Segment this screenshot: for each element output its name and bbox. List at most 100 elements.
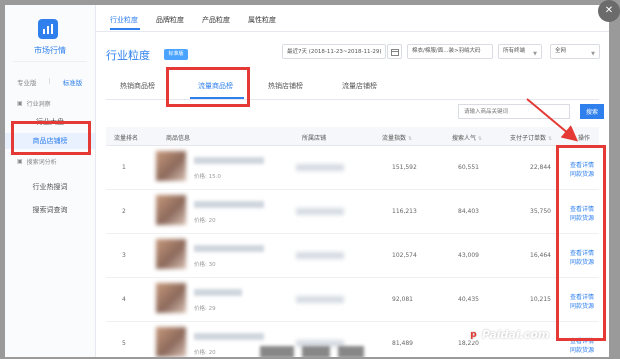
price-cell: 价格: 29 (194, 306, 216, 312)
terminal-select[interactable]: 所有终端 ▼ (498, 44, 542, 59)
search-section-icon: ▣ (17, 158, 23, 165)
shop-name[interactable] (296, 296, 344, 303)
highlight-box-ops-column (556, 145, 606, 341)
main-panel: 行业粒度 品牌粒度 产品粒度 属性粒度 行业粒度 标准版 最近7天 (2018-… (96, 5, 609, 357)
section-label: 行业洞察 (26, 101, 51, 108)
shop-name[interactable] (296, 252, 344, 259)
shop-name[interactable] (296, 208, 344, 215)
terminal-value: 所有终端 (503, 48, 526, 54)
tab-product[interactable]: 产品粒度 (202, 15, 230, 25)
col-search[interactable]: 搜索人气 ⇅ (452, 133, 482, 142)
rank-cell: 3 (122, 252, 126, 259)
version-badge: 标准版 (164, 49, 188, 60)
tab-industry[interactable]: 行业粒度 (110, 15, 138, 25)
col-orders[interactable]: 支付子订单数 ⇅ (510, 133, 552, 142)
col-rank: 流量排名 (114, 135, 139, 142)
tab-traffic-shops[interactable]: 流量店铺榜 (342, 81, 377, 91)
highlight-box-subtab (166, 67, 250, 107)
table-header: 流量排名 商品信息 所属店铺 流量指数 ⇅ 搜索人气 ⇅ 支付子订单数 ⇅ 操作 (106, 127, 599, 146)
market-logo-icon (38, 19, 58, 39)
traffic-cell: 92,081 (392, 296, 413, 303)
sidebar-item-hot-search[interactable]: 行业热搜词 (5, 180, 95, 194)
sort-icon: ⇅ (408, 136, 413, 142)
product-thumbnail[interactable] (156, 327, 186, 357)
tab-brand[interactable]: 品牌粒度 (156, 15, 184, 25)
product-title[interactable] (194, 157, 264, 164)
col-ops: 操作 (578, 135, 591, 142)
search-cell: 43,009 (458, 252, 479, 259)
blurred-overlay (302, 346, 330, 357)
product-title[interactable] (194, 201, 264, 208)
blurred-overlay (260, 346, 294, 357)
price-cell: 价格: 30 (194, 262, 216, 268)
folder-icon: ▣ (17, 100, 23, 107)
orders-cell: 16,464 (530, 252, 551, 259)
col-traffic[interactable]: 流量指数 ⇅ (382, 133, 412, 142)
price-cell: 价格: 20 (194, 218, 216, 224)
product-thumbnail[interactable] (156, 283, 186, 313)
table-row: 1 价格: 15.0 151,592 60,551 22,844 查看详情 同款… (106, 146, 599, 190)
paidai-logo-icon: p (468, 329, 479, 341)
sort-icon: ⇅ (478, 136, 483, 142)
sidebar: 市场行情 专业版 | 标准版 ▣ 行业洞察 行业大盘 商品店铺榜 ▣ 搜索词分析… (5, 5, 96, 357)
shop-name[interactable] (296, 164, 344, 171)
search-input[interactable] (458, 104, 570, 119)
search-cell: 84,403 (458, 208, 479, 215)
orders-cell: 22,844 (530, 164, 551, 171)
search-button[interactable]: 搜索 (580, 104, 604, 119)
chevron-down-icon: ▼ (591, 51, 595, 57)
highlight-box-sidebar (11, 121, 91, 155)
version-tabs: 专业版 | 标准版 (17, 77, 83, 87)
price-cell: 价格: 20 (194, 350, 216, 356)
section-label: 搜索词分析 (26, 159, 57, 166)
orders-cell: 35,750 (530, 208, 551, 215)
divider (13, 61, 87, 62)
traffic-cell: 102,574 (392, 252, 417, 259)
active-tab-indicator (110, 28, 140, 30)
table-row: 3 价格: 30 102,574 43,009 16,464 查看详情 同款货源 (106, 234, 599, 278)
blurred-overlay (338, 346, 364, 357)
tab-attribute[interactable]: 属性粒度 (248, 15, 276, 25)
tab-standard[interactable]: 标准版 (63, 77, 83, 87)
product-thumbnail[interactable] (156, 151, 186, 181)
product-thumbnail[interactable] (156, 239, 186, 269)
tab-hot-shops[interactable]: 热销店铺榜 (268, 81, 303, 91)
traffic-cell: 151,592 (392, 164, 417, 171)
sort-icon: ⇅ (548, 136, 553, 142)
col-goods: 商品信息 (166, 135, 191, 142)
price-cell: 价格: 15.0 (194, 174, 221, 180)
search-cell: 60,551 (458, 164, 479, 171)
rank-cell: 1 (122, 164, 126, 171)
region-select[interactable]: 全网 ▼ (550, 44, 600, 59)
watermark-text: Paidai.com (482, 328, 550, 341)
region-value: 全网 (555, 48, 567, 54)
product-title[interactable] (194, 245, 264, 252)
rank-cell: 4 (122, 296, 126, 303)
calendar-icon[interactable] (387, 44, 402, 59)
watermark: p Paidai.com (468, 328, 549, 341)
traffic-cell: 116,213 (392, 208, 417, 215)
date-range-picker[interactable]: 最近7天 (2018-11-23~2018-11-29) (282, 44, 386, 59)
close-icon[interactable]: ✕ (598, 0, 620, 22)
app-window: 市场行情 专业版 | 标准版 ▣ 行业洞察 行业大盘 商品店铺榜 ▣ 搜索词分析… (5, 5, 609, 357)
rank-cell: 2 (122, 208, 126, 215)
chevron-down-icon: ▼ (533, 51, 537, 57)
table-row: 2 价格: 20 116,213 84,403 35,750 查看详情 同款货源 (106, 190, 599, 234)
search-cell: 40,435 (458, 296, 479, 303)
search-cell: 18,220 (458, 340, 479, 347)
category-select[interactable]: 棉衣/棉服/面...装>羽绒大码 (407, 44, 493, 59)
col-traffic-label: 流量指数 (382, 135, 407, 142)
product-title[interactable] (194, 333, 264, 340)
col-shop: 所属店铺 (302, 135, 327, 142)
traffic-cell: 81,489 (392, 340, 413, 347)
tab-hot-goods[interactable]: 热销商品榜 (120, 81, 155, 91)
product-thumbnail[interactable] (156, 195, 186, 225)
section-industry: ▣ 行业洞察 (17, 99, 51, 108)
tab-professional[interactable]: 专业版 (17, 77, 37, 87)
product-title[interactable] (194, 289, 242, 296)
sidebar-item-search-query[interactable]: 搜索词查询 (5, 203, 95, 217)
col-orders-label: 支付子订单数 (510, 135, 547, 142)
same-source-link[interactable]: 同款货源 (570, 345, 594, 354)
app-title: 市场行情 (34, 46, 66, 55)
orders-cell: 10,215 (530, 296, 551, 303)
